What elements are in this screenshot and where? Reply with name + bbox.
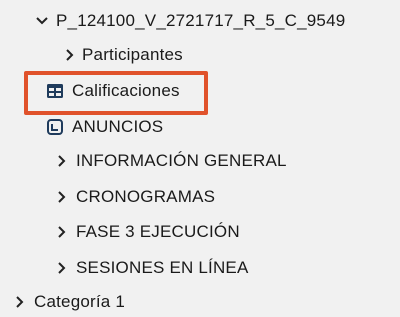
chevron-right-icon[interactable]	[12, 294, 28, 310]
nav-item-label: Participantes	[82, 45, 183, 64]
nav-item-label: SESIONES EN LÍNEA	[76, 258, 249, 277]
chevron-right-icon[interactable]	[54, 189, 70, 205]
nav-item-informacion-general[interactable]: INFORMACIÓN GENERAL	[54, 146, 287, 176]
category-label: Categoría 1	[34, 292, 126, 311]
chevron-right-icon[interactable]	[54, 224, 70, 240]
nav-item-sesiones-en-linea[interactable]: SESIONES EN LÍNEA	[54, 253, 249, 283]
chevron-right-icon[interactable]	[54, 260, 70, 276]
course-navigation-tree: P_124100_V_2721717_R_5_C_9549 Participan…	[0, 0, 400, 311]
category-node[interactable]: Categoría 1	[12, 287, 125, 317]
nav-item-label: FASE 3 EJECUCIÓN	[76, 222, 240, 241]
nav-item-label: INFORMACIÓN GENERAL	[76, 151, 287, 170]
grid-table-icon	[46, 82, 64, 100]
nav-item-label: CRONOGRAMAS	[76, 187, 216, 206]
nav-item-participantes[interactable]: Participantes	[62, 40, 183, 70]
nav-item-cronogramas[interactable]: CRONOGRAMAS	[54, 182, 215, 212]
chevron-right-icon[interactable]	[54, 153, 70, 169]
nav-item-calificaciones[interactable]: Calificaciones	[46, 76, 180, 106]
nav-item-label: ANUNCIOS	[72, 117, 164, 136]
course-node[interactable]: P_124100_V_2721717_R_5_C_9549	[34, 6, 345, 36]
course-name: P_124100_V_2721717_R_5_C_9549	[56, 11, 346, 30]
chevron-down-icon[interactable]	[34, 13, 50, 29]
nav-item-anuncios[interactable]: ANUNCIOS	[46, 112, 163, 142]
chevron-right-icon[interactable]	[62, 47, 78, 63]
nav-item-fase-3-ejecucion[interactable]: FASE 3 EJECUCIÓN	[54, 217, 240, 247]
nav-item-label: Calificaciones	[72, 81, 180, 100]
announcement-icon	[46, 118, 64, 136]
